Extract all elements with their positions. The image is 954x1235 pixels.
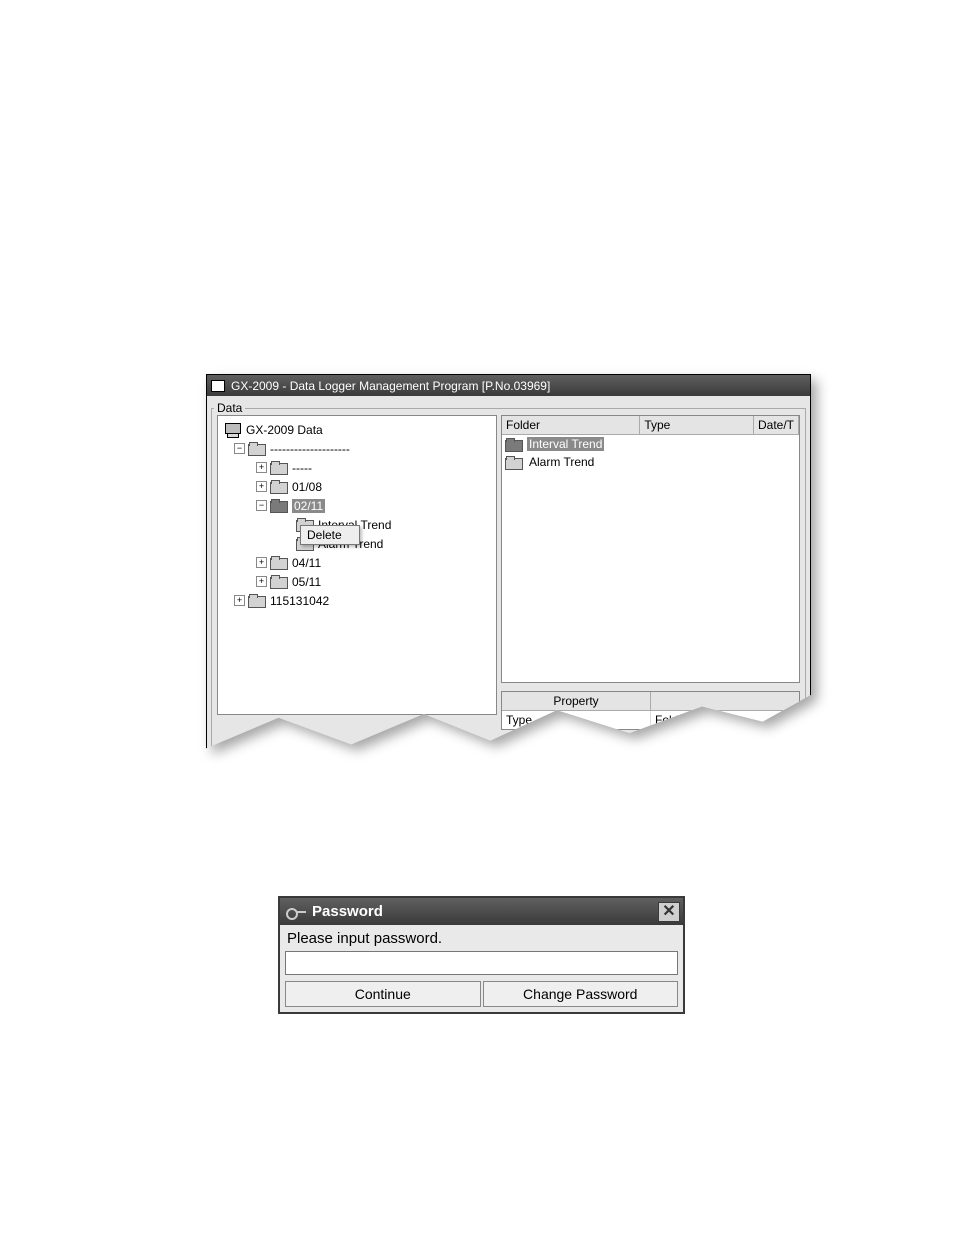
tree-item-label: ----- <box>292 461 312 475</box>
tree-item-blank[interactable]: + ----- <box>222 458 492 477</box>
close-button[interactable]: ✕ <box>658 902 680 922</box>
data-groupbox: GX-2009 Data − -------------------- + --… <box>211 408 806 755</box>
list-row[interactable]: Interval Trend <box>502 435 799 453</box>
folder-icon <box>248 442 266 455</box>
tree-root[interactable]: GX-2009 Data <box>222 420 492 439</box>
property-panel: Property Type Folder <box>501 691 800 730</box>
folder-icon <box>248 594 266 607</box>
tree-item-0108[interactable]: + 01/08 <box>222 477 492 496</box>
list-cell-folder: Alarm Trend <box>527 455 596 469</box>
expander-plus-icon[interactable]: + <box>256 557 267 568</box>
tree-item-label: 05/11 <box>292 575 321 589</box>
expander-minus-icon[interactable]: − <box>256 500 267 511</box>
key-icon <box>286 906 306 918</box>
property-header: Property <box>502 692 651 710</box>
continue-button[interactable]: Continue <box>285 981 481 1007</box>
expander-plus-icon[interactable]: + <box>256 462 267 473</box>
window-title: GX-2009 - Data Logger Management Program… <box>231 379 550 393</box>
expander-plus-icon[interactable]: + <box>256 481 267 492</box>
folder-icon <box>270 461 288 474</box>
computer-icon <box>224 423 242 437</box>
password-dialog: Password ✕ Please input password. Contin… <box>278 896 685 1014</box>
tree-root-label: GX-2009 Data <box>246 423 323 437</box>
list-header-date[interactable]: Date/T <box>754 416 799 434</box>
tree-item-0211[interactable]: − 02/11 <box>222 496 492 515</box>
password-titlebar: Password ✕ <box>280 898 683 925</box>
tree-item-label: 01/08 <box>292 480 322 494</box>
folder-icon <box>270 499 288 512</box>
folder-icon <box>270 556 288 569</box>
app-icon <box>211 380 225 392</box>
tree-panel[interactable]: GX-2009 Data − -------------------- + --… <box>217 415 497 715</box>
change-password-button[interactable]: Change Password <box>483 981 679 1007</box>
tree-item-serial[interactable]: + 115131042 <box>222 591 492 610</box>
list-header-type[interactable]: Type <box>640 416 754 434</box>
expander-plus-icon[interactable]: + <box>234 595 245 606</box>
expander-minus-icon[interactable]: − <box>234 443 245 454</box>
property-type-label: Type <box>502 711 651 729</box>
tree-item-0511[interactable]: + 05/11 <box>222 572 492 591</box>
password-prompt: Please input password. <box>285 929 678 951</box>
property-header-blank <box>651 692 799 710</box>
context-menu-item-delete[interactable]: Delete <box>301 526 359 544</box>
tree-item-label: 115131042 <box>270 594 329 608</box>
tree-item-0411[interactable]: + 04/11 <box>222 553 492 572</box>
data-groupbox-label: Data <box>214 401 245 415</box>
property-type-value: Folder <box>651 711 799 729</box>
tree-item-label: 04/11 <box>292 556 321 570</box>
password-title: Password <box>312 903 383 920</box>
expander-plus-icon[interactable]: + <box>256 576 267 587</box>
tree-item-label: -------------------- <box>270 442 350 456</box>
list-header-folder[interactable]: Folder <box>502 416 640 434</box>
tree-item-label-selected: 02/11 <box>292 499 325 513</box>
main-window: GX-2009 - Data Logger Management Program… <box>206 374 811 756</box>
list-header: Folder Type Date/T <box>502 416 799 435</box>
list-row[interactable]: Alarm Trend <box>502 453 799 471</box>
list-cell-folder: Interval Trend <box>527 437 604 451</box>
list-panel[interactable]: Folder Type Date/T Interval Trend Alarm … <box>501 415 800 683</box>
context-menu[interactable]: Delete <box>300 525 360 545</box>
titlebar: GX-2009 - Data Logger Management Program… <box>207 375 810 396</box>
folder-icon <box>505 456 523 469</box>
folder-icon <box>270 575 288 588</box>
tree-unitgroup[interactable]: − -------------------- <box>222 439 492 458</box>
folder-icon <box>270 480 288 493</box>
password-input[interactable] <box>285 951 678 975</box>
folder-icon <box>505 438 523 451</box>
